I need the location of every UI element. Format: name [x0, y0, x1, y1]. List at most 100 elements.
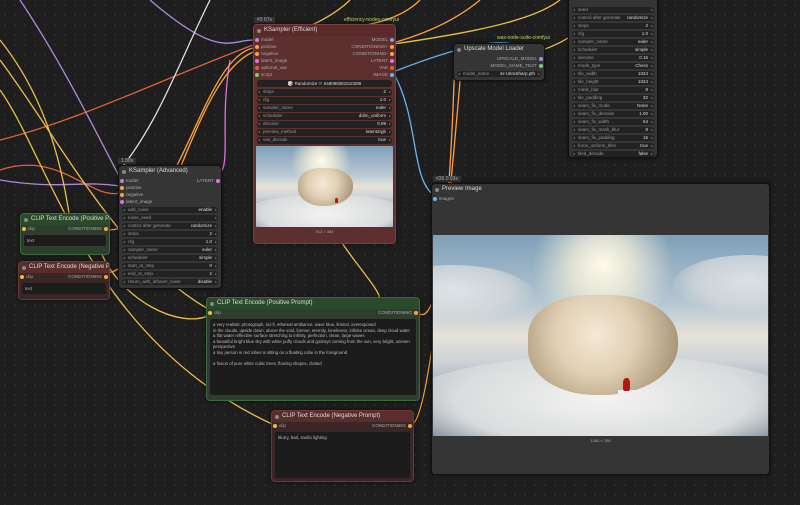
output-2[interactable]: CONDITIONING- [353, 50, 388, 57]
output-upscale-model[interactable]: UPSCALE_MODEL [497, 55, 537, 62]
negative-prompt-text[interactable]: blurry, bad, studio lighting [275, 432, 410, 478]
widget-noise_seed[interactable]: noise_seed [122, 214, 218, 221]
input-dot[interactable] [255, 44, 259, 49]
widget-return_with_leftover_noise[interactable]: return_with_leftover_noisedisable [122, 278, 218, 285]
input-dot[interactable] [255, 72, 259, 77]
output-conditioning[interactable]: CONDITIONING [378, 309, 412, 316]
widget-seam_fix_padding[interactable]: seam_fix_padding16 [572, 134, 654, 141]
output-dot[interactable] [390, 44, 394, 49]
output-dot[interactable] [539, 56, 543, 61]
output-4[interactable]: VAE [379, 64, 388, 71]
input-positive[interactable]: positive [261, 43, 277, 50]
widget-mask_blur[interactable]: mask_blur8 [572, 86, 654, 93]
widget-end_at_step[interactable]: end_at_step2 [122, 270, 218, 277]
clip-positive-prompt-node[interactable]: CLIP Text Encode (Positive Prompt) clip C… [206, 297, 420, 401]
widget-denoise[interactable]: denoise0.15 [572, 54, 654, 61]
preview-image-node[interactable]: Preview Image images 1280 × 768 [431, 183, 770, 475]
widget-sampler_name[interactable]: sampler_nameeuler [257, 105, 392, 112]
widget-scheduler[interactable]: schedulerddim_uniform [257, 113, 392, 120]
seed-row[interactable]: 🎲 Randomize ⟳ 648098361510286 [257, 80, 392, 87]
model-name-widget[interactable]: model_name4x-UltraSharp.pth [457, 70, 541, 77]
output-conditioning[interactable]: CONDITIONING [68, 273, 102, 280]
widget-seam_fix_width[interactable]: seam_fix_width64 [572, 118, 654, 125]
node-title[interactable]: CLIP Text Encode (Negative Pr... [19, 262, 109, 273]
widget-force_uniform_tiles[interactable]: force_uniform_tilestrue [572, 142, 654, 149]
widget-preview_method[interactable]: preview_methodlatent2rgb [257, 129, 392, 136]
input-model[interactable]: model [126, 177, 139, 184]
output-dot[interactable] [390, 37, 394, 42]
widget-cfg[interactable]: cfg1.0 [572, 30, 654, 37]
widget-vae_decode[interactable]: vae_decodetrue [257, 137, 392, 144]
widget-steps[interactable]: steps2 [257, 89, 392, 96]
widget-seam_fix_denoise[interactable]: seam_fix_denoise1.00 [572, 110, 654, 117]
widget-sampler_name[interactable]: sampler_nameeuler [572, 38, 654, 45]
widget-start_at_step[interactable]: start_at_step0 [122, 262, 218, 269]
input-positive[interactable]: positive [126, 184, 142, 191]
positive-prompt-text[interactable]: a very realistic photograph, sci-fi, eth… [210, 319, 416, 395]
output-model-name-text[interactable]: MODEL_NAME_TEXT [491, 62, 537, 69]
input-dot[interactable] [255, 51, 259, 56]
input-latent_image[interactable]: latent_image [261, 57, 287, 64]
output-dot[interactable] [390, 72, 394, 77]
widget-mode_type[interactable]: mode_typeChess [572, 62, 654, 69]
input-dot[interactable] [120, 178, 124, 183]
input-optional_vae[interactable]: optional_vae [261, 64, 287, 71]
widget-add_noise[interactable]: add_noiseenable [122, 206, 218, 213]
output-conditioning[interactable]: CONDITIONING [372, 422, 406, 429]
node-title[interactable]: Preview Image [432, 184, 769, 195]
input-clip[interactable]: clip [214, 309, 221, 316]
node-title[interactable]: KSampler (Advanced) [119, 166, 221, 177]
clip-positive-small-node[interactable]: CLIP Text Encode (Positive Pr... clip CON… [20, 213, 110, 255]
ksampler-advanced-node[interactable]: KSampler (Advanced) model LATENT positive n… [118, 165, 222, 289]
node-title[interactable]: KSampler (Efficient) [254, 25, 395, 36]
node-title[interactable]: CLIP Text Encode (Positive Pr... [21, 214, 109, 225]
widget-control-after-generate[interactable]: control after generaterandomize [122, 222, 218, 229]
output-latent[interactable]: LATENT [197, 177, 214, 184]
prompt-text[interactable]: text [24, 235, 106, 246]
node-title[interactable]: CLIP Text Encode (Positive Prompt) [207, 298, 419, 309]
prompt-text[interactable]: text [22, 283, 106, 294]
output-dot[interactable] [539, 63, 543, 68]
widget-scheduler[interactable]: schedulersimple [572, 46, 654, 53]
output-5[interactable]: IMAGE [373, 71, 388, 78]
input-dot[interactable] [255, 65, 259, 70]
input-images[interactable]: images [439, 195, 454, 202]
input-latent_image[interactable]: latent_image [126, 198, 152, 205]
upscale-settings-node[interactable]: seedcontrol after generaterandomizesteps… [568, 0, 658, 158]
widget-steps[interactable]: steps2 [572, 22, 654, 29]
widget-seam_fix_mask_blur[interactable]: seam_fix_mask_blur8 [572, 126, 654, 133]
widget-denoise[interactable]: denoise0.99 [257, 121, 392, 128]
output-0[interactable]: MODEL [372, 36, 388, 43]
clip-negative-prompt-node[interactable]: CLIP Text Encode (Negative Prompt) clip C… [271, 410, 414, 482]
input-script[interactable]: script [261, 71, 272, 78]
widget-cfg[interactable]: cfg1.0 [122, 238, 218, 245]
widget-sampler_name[interactable]: sampler_nameeuler [122, 246, 218, 253]
output-3[interactable]: LATENT [371, 57, 388, 64]
widget-seam_fix_mode[interactable]: seam_fix_modeNone [572, 102, 654, 109]
node-title[interactable]: Upscale Model Loader [454, 44, 544, 55]
output-dot[interactable] [390, 65, 394, 70]
input-clip[interactable]: clip [28, 225, 35, 232]
widget-seed[interactable]: seed [572, 6, 654, 13]
widget-tile_height[interactable]: tile_height1024 [572, 78, 654, 85]
widget-tile_padding[interactable]: tile_padding32 [572, 94, 654, 101]
input-dot[interactable] [120, 185, 124, 190]
output-dot[interactable] [390, 58, 394, 63]
input-clip[interactable]: clip [279, 422, 286, 429]
input-dot[interactable] [120, 192, 124, 197]
input-dot[interactable] [120, 199, 124, 204]
widget-steps[interactable]: steps2 [122, 230, 218, 237]
widget-tile_width[interactable]: tile_width1024 [572, 70, 654, 77]
widget-cfg[interactable]: cfg1.0 [257, 97, 392, 104]
input-negative[interactable]: negative [126, 191, 143, 198]
input-dot[interactable] [255, 37, 259, 42]
widget-tiled_decode[interactable]: tiled_decodefalse [572, 150, 654, 157]
widget-scheduler[interactable]: schedulersimple [122, 254, 218, 261]
output-dot[interactable] [216, 178, 220, 183]
clip-negative-small-node[interactable]: CLIP Text Encode (Negative Pr... clip CON… [18, 261, 110, 300]
node-title[interactable]: CLIP Text Encode (Negative Prompt) [272, 411, 413, 422]
widget-control-after-generate[interactable]: control after generaterandomize [572, 14, 654, 21]
input-clip[interactable]: clip [26, 273, 33, 280]
output-1[interactable]: CONDITIONING+ [351, 43, 388, 50]
input-dot[interactable] [255, 58, 259, 63]
